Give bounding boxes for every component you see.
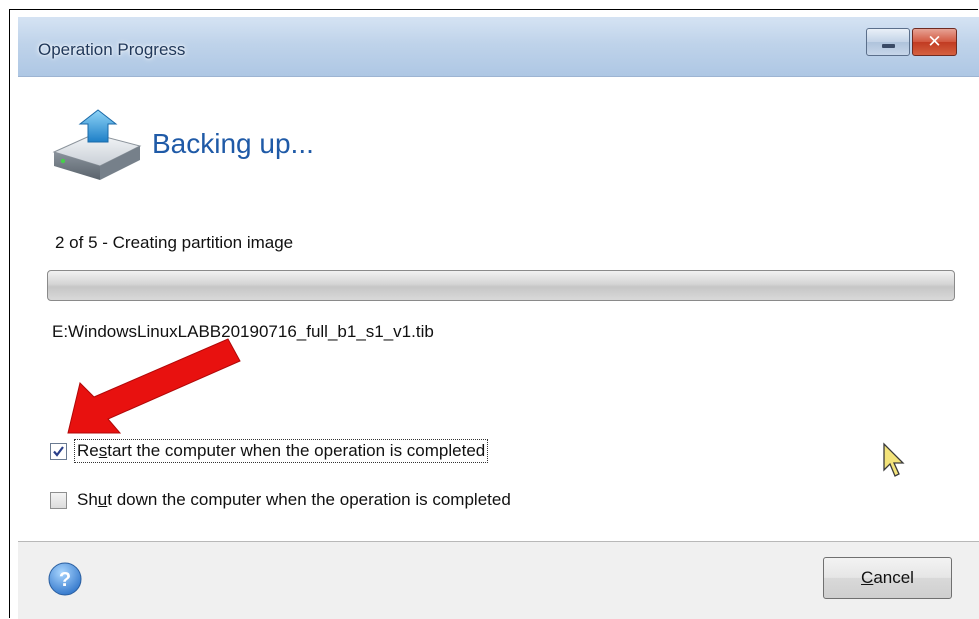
shutdown-option[interactable]: Shut down the computer when the operatio… <box>50 487 513 513</box>
close-button[interactable]: ✕ <box>912 28 957 56</box>
mouse-cursor-icon <box>883 442 905 477</box>
annotation-arrow <box>67 338 241 434</box>
help-icon[interactable]: ? <box>48 562 82 596</box>
minimize-icon <box>882 44 895 48</box>
drive-backup-icon <box>52 109 142 180</box>
cancel-button[interactable]: Cancel <box>823 557 952 599</box>
shutdown-label[interactable]: Shut down the computer when the operatio… <box>75 489 513 511</box>
svg-text:?: ? <box>59 569 71 591</box>
step-status: 2 of 5 - Creating partition image <box>55 233 294 252</box>
shutdown-checkbox[interactable] <box>50 491 67 509</box>
operation-heading: Backing up... <box>152 128 314 159</box>
minimize-button[interactable] <box>866 28 910 56</box>
window-title: Operation Progress <box>38 40 186 59</box>
close-icon: ✕ <box>927 32 942 52</box>
screen-frame <box>9 9 978 618</box>
progress-bar <box>47 270 955 301</box>
